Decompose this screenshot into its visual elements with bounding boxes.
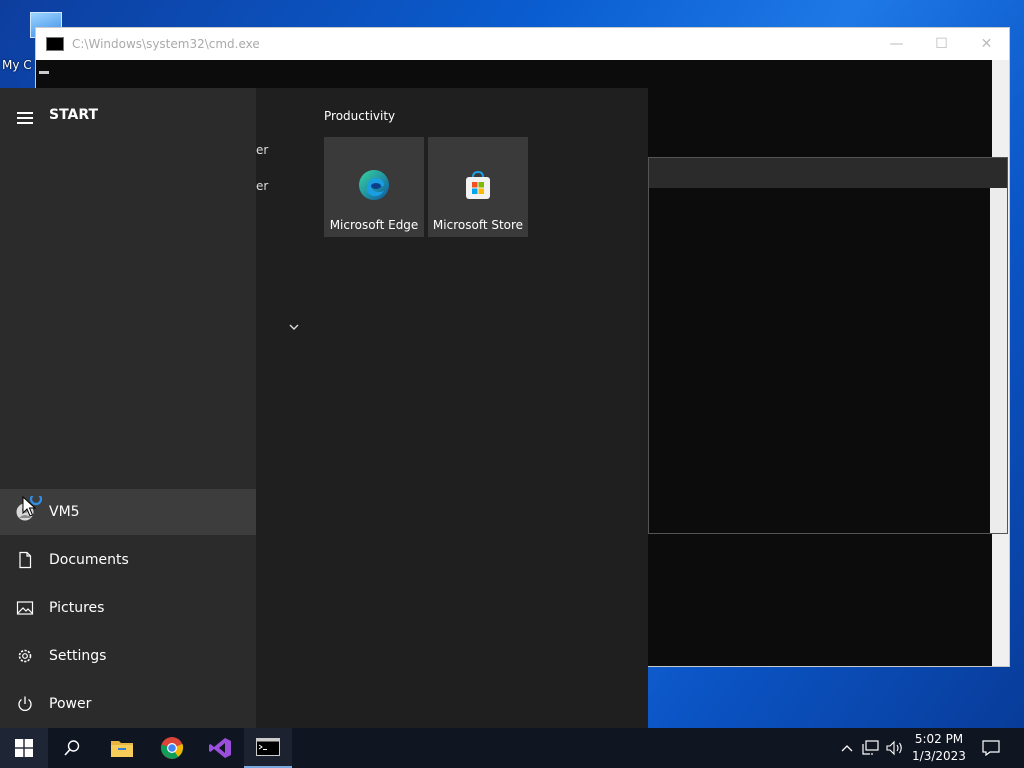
network-tray-button[interactable] (860, 728, 882, 768)
cmd-title: C:\Windows\system32\cmd.exe (72, 37, 260, 51)
cmd-icon (46, 37, 64, 51)
console-cursor (39, 71, 49, 74)
maximize-button[interactable]: ☐ (919, 36, 964, 52)
nav-label: Pictures (49, 600, 105, 616)
visual-studio-icon (209, 738, 231, 758)
search-icon (64, 740, 80, 756)
taskbar-cmd[interactable] (244, 728, 292, 768)
nav-power[interactable]: Power (0, 681, 256, 727)
desktop-icon-label: My C (2, 58, 32, 72)
cmd-window-secondary[interactable] (648, 157, 1008, 534)
store-icon (462, 169, 494, 201)
clock-time: 5:02 PM (914, 732, 964, 746)
hamburger-menu-icon[interactable] (17, 112, 33, 124)
clock-date: 1/3/2023 (912, 749, 966, 763)
file-explorer-icon (111, 741, 133, 757)
notification-icon (982, 740, 1000, 756)
mouse-pointer-busy-icon (22, 492, 46, 520)
chevron-down-icon[interactable] (288, 321, 300, 333)
volume-icon (886, 740, 902, 756)
scrollbar[interactable] (990, 188, 1007, 533)
cmd-secondary-titlebar[interactable] (649, 158, 1007, 188)
start-title: START (49, 107, 99, 123)
nav-label: Documents (49, 552, 129, 568)
tile-microsoft-edge[interactable]: Microsoft Edge (324, 137, 424, 237)
nav-pictures[interactable]: Pictures (0, 585, 256, 631)
tile-label: Microsoft Store (432, 218, 524, 232)
taskbar-clock[interactable]: 5:02 PM 1/3/2023 (910, 731, 968, 765)
minimize-button[interactable]: — (874, 36, 919, 52)
volume-tray-button[interactable] (884, 728, 906, 768)
chrome-icon (161, 737, 184, 759)
document-icon (16, 551, 34, 569)
taskbar-visual-studio[interactable] (196, 728, 244, 768)
nav-settings[interactable]: Settings (0, 633, 256, 679)
nav-label: Power (49, 696, 92, 712)
app-list-fragment[interactable]: er (256, 179, 268, 193)
nav-label: Settings (49, 648, 107, 664)
tile-group-label: Productivity (324, 109, 396, 123)
start-button[interactable] (0, 728, 48, 768)
user-name: VM5 (49, 504, 80, 520)
pictures-icon (16, 599, 34, 617)
taskbar-search-button[interactable] (48, 728, 96, 768)
show-hidden-icons[interactable] (838, 728, 856, 768)
power-icon (16, 695, 34, 713)
taskbar-chrome[interactable] (148, 728, 196, 768)
close-button[interactable]: ✕ (964, 36, 1009, 52)
windows-logo-icon (15, 739, 33, 757)
tile-microsoft-store[interactable]: Microsoft Store (428, 137, 528, 237)
app-list-fragment[interactable]: er (256, 143, 268, 157)
gear-icon (16, 647, 34, 665)
tile-label: Microsoft Edge (329, 218, 419, 232)
cmd-icon (256, 738, 280, 756)
nav-documents[interactable]: Documents (0, 537, 256, 583)
taskbar-file-explorer[interactable] (98, 728, 146, 768)
cmd-titlebar[interactable]: C:\Windows\system32\cmd.exe — ☐ ✕ (36, 28, 1009, 60)
start-menu-left-rail (0, 88, 256, 728)
edge-icon (358, 169, 390, 201)
action-center-button[interactable] (980, 728, 1002, 768)
chevron-up-icon (841, 745, 853, 752)
network-icon (862, 740, 879, 755)
